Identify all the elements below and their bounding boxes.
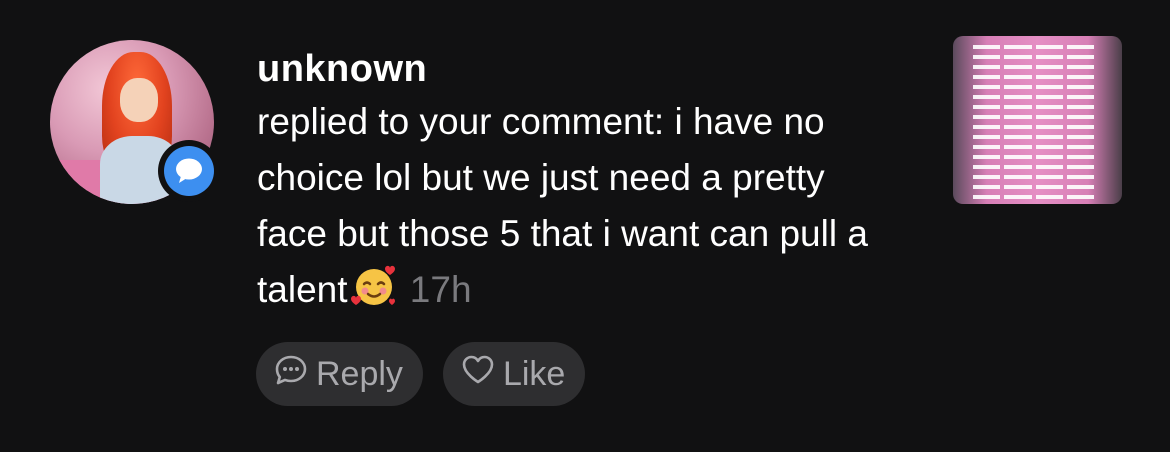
reply-bubble-icon [274, 354, 308, 395]
timestamp: 17h [409, 269, 472, 310]
smiling-face-with-hearts-icon [350, 262, 398, 326]
comment-bubble-icon [164, 146, 214, 196]
avatar-face [120, 78, 158, 122]
avatar-container[interactable] [50, 40, 220, 206]
action-bar: Reply Like [256, 342, 586, 406]
comment-badge [158, 140, 220, 202]
notification-content: unknown replied to your comment: i have … [257, 46, 897, 326]
reply-label: Reply [316, 354, 403, 393]
like-button[interactable]: Like [442, 342, 586, 406]
username[interactable]: unknown [257, 46, 897, 92]
heart-outline-icon [461, 354, 495, 395]
thumbnail-text-grid [973, 42, 1094, 200]
post-thumbnail[interactable] [953, 36, 1122, 204]
notification-message: replied to your comment: i have no choic… [257, 94, 897, 326]
like-label: Like [502, 354, 566, 393]
reply-button[interactable]: Reply [256, 342, 423, 406]
